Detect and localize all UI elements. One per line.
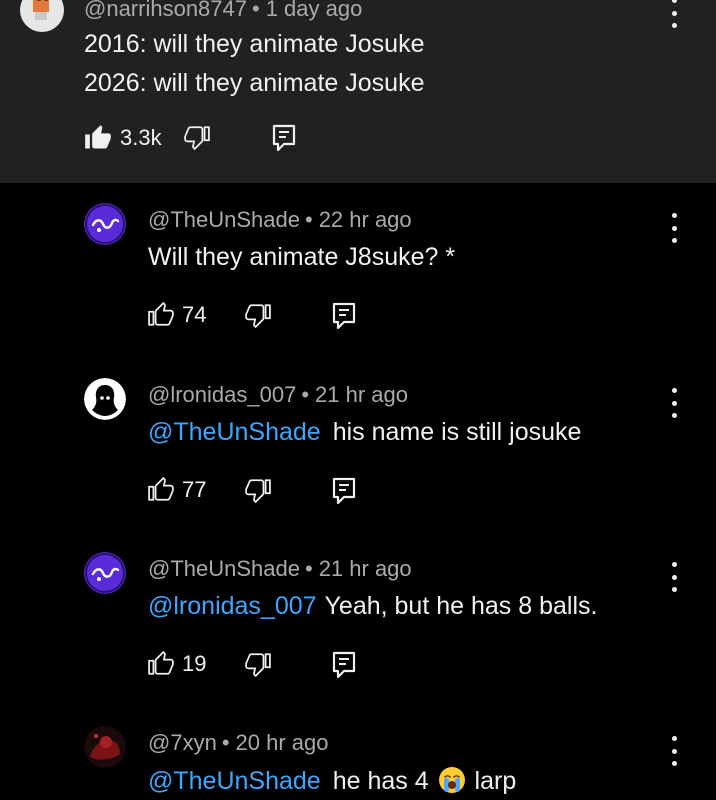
- comment-body: he has 4: [332, 767, 429, 795]
- reply-icon: [332, 651, 356, 679]
- comment-time: 21 hr ago: [315, 382, 408, 407]
- comment-meta: @TheUnShade • 22 hr ago: [148, 207, 412, 233]
- more-vert-icon[interactable]: [664, 386, 684, 420]
- like-button[interactable]: 19: [148, 651, 206, 677]
- like-button[interactable]: 77: [148, 477, 206, 503]
- purple-swirl-avatar-icon: [84, 552, 126, 594]
- loudly-crying-face-icon: [438, 766, 466, 800]
- mention-link[interactable]: @TheUnShade: [148, 418, 321, 446]
- more-vert-icon[interactable]: [664, 211, 684, 245]
- reply-button[interactable]: [332, 651, 356, 679]
- thumbs-up-icon: [85, 125, 111, 149]
- comment-meta: @narrihson8747 • 1 day ago: [84, 0, 362, 22]
- mention-link[interactable]: @TheUnShade: [148, 767, 321, 795]
- dislike-button[interactable]: [245, 651, 271, 677]
- reply-button[interactable]: [272, 124, 296, 152]
- dislike-button[interactable]: [245, 302, 271, 328]
- comment-text-line: 2026: will they animate Josuke: [84, 69, 425, 97]
- comments-thread: @narrihson8747 • 1 day ago 2016: will they…: [0, 0, 716, 800]
- avatar[interactable]: [84, 378, 126, 420]
- comment-meta: @TheUnShade • 21 hr ago: [148, 556, 412, 582]
- red-figure-avatar-icon: [84, 726, 126, 768]
- comment-body-end: larp: [474, 767, 517, 795]
- thumbs-up-icon: [148, 651, 174, 675]
- avatar[interactable]: [84, 552, 126, 594]
- comment-time: 20 hr ago: [235, 730, 329, 755]
- like-count: 77: [182, 477, 207, 502]
- comment-actions: 19: [148, 651, 368, 687]
- reply-comment: @7xyn • 20 hr ago @TheUnShade he has 4 larp: [0, 726, 716, 800]
- comment-author[interactable]: @TheUnShade: [148, 556, 300, 581]
- comment-author[interactable]: @7xyn: [148, 730, 217, 755]
- thumbs-down-icon: [245, 653, 271, 677]
- avatar[interactable]: [84, 726, 126, 768]
- avatar[interactable]: [20, 0, 64, 32]
- comment-author[interactable]: @lronidas_007: [148, 382, 296, 407]
- like-count: 74: [182, 302, 207, 327]
- thumbs-down-icon: [245, 479, 271, 503]
- reply-comment: @lronidas_007 • 21 hr ago @TheUnShade his n…: [0, 378, 716, 518]
- highlighted-comment: @narrihson8747 • 1 day ago 2016: will they…: [0, 0, 716, 183]
- comment-meta: @7xyn • 20 hr ago: [148, 730, 328, 756]
- dislike-button[interactable]: [184, 124, 210, 150]
- comment-meta: @lronidas_007 • 21 hr ago: [148, 382, 408, 408]
- reply-icon: [272, 124, 296, 152]
- meta-separator: •: [301, 382, 310, 407]
- avatar[interactable]: [84, 203, 126, 245]
- meta-separator: •: [221, 730, 230, 755]
- like-button[interactable]: 3.3k: [84, 124, 162, 152]
- more-vert-icon[interactable]: [664, 734, 684, 768]
- comment-text-line: 2016: will they animate Josuke: [84, 30, 425, 58]
- purple-swirl-avatar-icon: [84, 203, 126, 245]
- comment-body: Yeah, but he has 8 balls.: [324, 592, 598, 620]
- thumbs-up-icon: [148, 302, 174, 326]
- like-count: 3.3k: [120, 125, 162, 150]
- comment-time: 1 day ago: [265, 0, 363, 21]
- reply-comment: @TheUnShade • 22 hr ago Will they animate …: [0, 203, 716, 343]
- comment-actions: 77: [148, 477, 368, 513]
- thumbs-up-icon: [148, 477, 174, 501]
- comment-body: his name is still josuke: [332, 418, 582, 446]
- comment-author[interactable]: @narrihson8747: [84, 0, 247, 21]
- comment-actions: 74: [148, 302, 368, 338]
- comment-text: @TheUnShade he has 4 larp: [148, 766, 516, 800]
- comment-text: @TheUnShade his name is still josuke: [148, 418, 581, 447]
- orange-block-avatar-icon: [20, 0, 64, 32]
- like-button[interactable]: 74: [148, 302, 206, 328]
- reply-button[interactable]: [332, 302, 356, 330]
- comment-time: 21 hr ago: [318, 556, 412, 581]
- comment-text: Will they animate J8suke? *: [148, 243, 456, 271]
- comment-text: @lronidas_007 Yeah, but he has 8 balls.: [148, 592, 597, 621]
- reply-button[interactable]: [332, 477, 356, 505]
- comment-actions: 3.3k: [84, 124, 344, 160]
- more-vert-icon[interactable]: [664, 0, 684, 30]
- more-vert-icon[interactable]: [664, 560, 684, 594]
- reply-comment: @TheUnShade • 21 hr ago @lronidas_007 Yeah,…: [0, 552, 716, 692]
- reply-icon: [332, 302, 356, 330]
- reply-icon: [332, 477, 356, 505]
- meta-separator: •: [304, 556, 313, 581]
- thumbs-down-icon: [184, 126, 210, 150]
- mention-link[interactable]: @lronidas_007: [148, 592, 317, 620]
- comment-time: 22 hr ago: [318, 207, 412, 232]
- like-count: 19: [182, 651, 207, 676]
- meta-separator: •: [304, 207, 313, 232]
- comment-author[interactable]: @TheUnShade: [148, 207, 300, 232]
- shadow-figure-avatar-icon: [84, 378, 126, 420]
- meta-separator: •: [252, 0, 260, 21]
- dislike-button[interactable]: [245, 477, 271, 503]
- thumbs-down-icon: [245, 304, 271, 328]
